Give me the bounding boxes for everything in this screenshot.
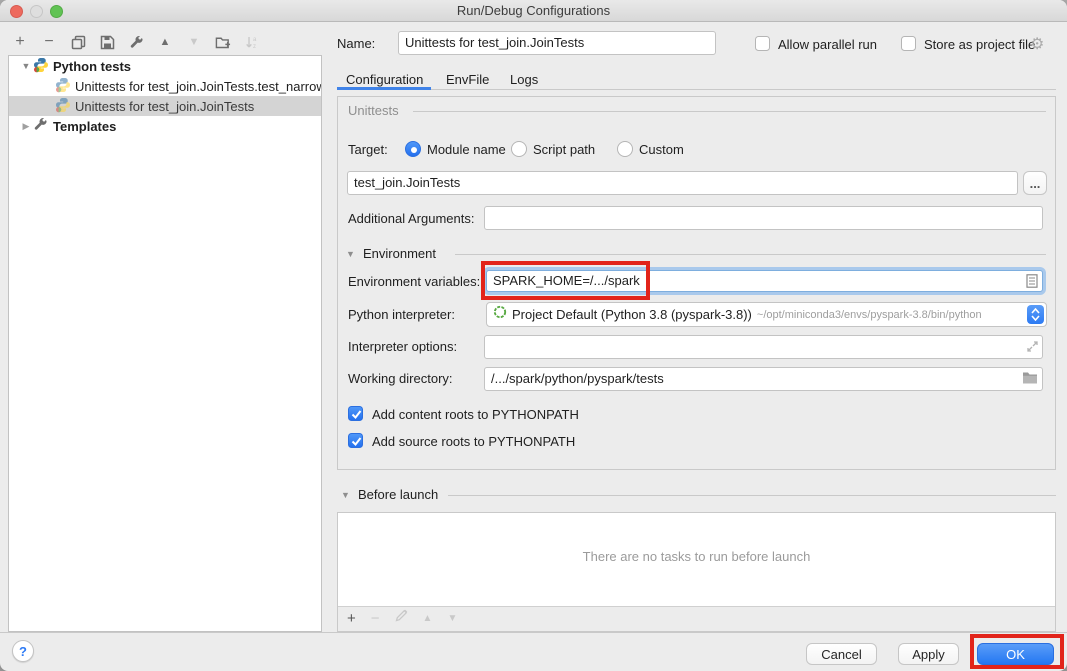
python-tests-icon (33, 57, 49, 76)
target-module-name-label: Module name (427, 142, 506, 157)
select-stepper-icon[interactable] (1027, 305, 1044, 324)
target-module-name-radio[interactable] (405, 141, 421, 157)
svg-text:a: a (253, 37, 257, 43)
sort-configurations-icon: az (244, 34, 260, 50)
tree-item-label: Unittests for test_join.JoinTests (75, 99, 254, 114)
gear-icon[interactable]: ⚙ (1030, 34, 1044, 54)
environment-section-header[interactable]: Environment (363, 246, 436, 261)
store-as-project-file-checkbox[interactable] (901, 36, 916, 51)
conda-env-icon (493, 305, 507, 324)
target-input[interactable]: test_join.JoinTests (347, 171, 1018, 195)
target-script-path-radio[interactable] (511, 141, 527, 157)
tab-envfile[interactable]: EnvFile (446, 72, 489, 87)
move-task-down-icon: ▼ (447, 613, 457, 624)
source-roots-label: Add source roots to PYTHONPATH (372, 434, 575, 449)
move-down-icon: ▼ (186, 34, 202, 50)
name-label: Name: (337, 36, 375, 51)
folder-icon[interactable] (1022, 371, 1038, 389)
before-launch-rule (448, 495, 1056, 496)
active-tab-underline (337, 87, 431, 90)
allow-parallel-run-label: Allow parallel run (778, 37, 877, 52)
tree-item-label: Python tests (53, 59, 131, 74)
additional-arguments-label: Additional Arguments: (348, 211, 474, 226)
python-interpreter-value: Project Default (Python 3.8 (pyspark-3.8… (512, 307, 752, 322)
chevron-down-icon[interactable]: ▼ (19, 61, 33, 71)
save-configuration-icon[interactable] (99, 34, 115, 50)
tree-item-test-narrow[interactable]: Unittests for test_join.JoinTests.test_n… (9, 76, 321, 96)
title-bar: Run/Debug Configurations (0, 0, 1067, 22)
edit-templates-icon[interactable] (128, 34, 144, 50)
wrench-icon (33, 117, 49, 135)
footer-divider (0, 632, 1067, 633)
environment-variables-label: Environment variables: (348, 274, 480, 289)
unittests-group-rule (413, 111, 1046, 112)
tree-item-python-tests[interactable]: ▼ Python tests (9, 56, 321, 76)
python-interpreter-path: ~/opt/miniconda3/envs/pyspark-3.8/bin/py… (757, 309, 982, 321)
window-title: Run/Debug Configurations (0, 3, 1067, 18)
help-button[interactable]: ? (12, 640, 34, 662)
apply-button[interactable]: Apply (898, 643, 959, 665)
expand-field-icon[interactable] (1026, 340, 1039, 358)
remove-task-icon: − (371, 610, 380, 627)
copy-configuration-icon[interactable] (70, 34, 86, 50)
env-vars-browse-icon[interactable] (1026, 274, 1038, 293)
before-launch-toolbar: + − ▲ ▼ (347, 609, 457, 627)
chevron-right-icon[interactable]: ▶ (19, 121, 33, 132)
name-input[interactable]: Unittests for test_join.JoinTests (398, 31, 716, 55)
edit-task-icon (395, 609, 408, 627)
tab-configuration[interactable]: Configuration (346, 72, 423, 87)
target-custom-radio[interactable] (617, 141, 633, 157)
content-roots-checkbox[interactable] (348, 406, 363, 421)
create-folder-icon[interactable] (215, 34, 231, 50)
tab-strip-divider (337, 89, 1056, 90)
tree-item-jointests-selected[interactable]: Unittests for test_join.JoinTests (9, 96, 321, 116)
unittest-icon (55, 77, 71, 96)
unittest-icon (55, 97, 71, 116)
python-interpreter-label: Python interpreter: (348, 307, 455, 322)
additional-arguments-input[interactable] (484, 206, 1043, 230)
annotation-box-ok-button (970, 634, 1064, 669)
remove-configuration-icon[interactable]: − (41, 34, 57, 50)
source-roots-checkbox[interactable] (348, 433, 363, 448)
working-directory-label: Working directory: (348, 371, 453, 386)
tree-item-label: Unittests for test_join.JoinTests.test_n… (75, 79, 321, 94)
interpreter-options-label: Interpreter options: (348, 339, 457, 354)
allow-parallel-run-checkbox[interactable] (755, 36, 770, 51)
target-label: Target: (348, 142, 388, 157)
move-task-up-icon: ▲ (423, 613, 433, 624)
tree-item-templates[interactable]: ▶ Templates (9, 116, 321, 136)
before-launch-collapse-icon[interactable]: ▼ (341, 490, 350, 500)
working-directory-input[interactable]: /.../spark/python/pyspark/tests (484, 367, 1043, 391)
before-launch-tasks-panel: There are no tasks to run before launch … (337, 512, 1056, 632)
target-script-path-label: Script path (533, 142, 595, 157)
before-launch-header[interactable]: Before launch (358, 487, 438, 502)
browse-target-button[interactable]: ... (1023, 171, 1047, 195)
before-launch-empty-text: There are no tasks to run before launch (338, 549, 1055, 564)
unittests-group-title: Unittests (348, 103, 399, 118)
add-configuration-icon[interactable]: + (12, 34, 28, 50)
python-interpreter-select[interactable]: Project Default (Python 3.8 (pyspark-3.8… (486, 302, 1047, 327)
tab-logs[interactable]: Logs (510, 72, 538, 87)
run-debug-configurations-dialog: Run/Debug Configurations + − ▲ ▼ az ▼ Py (0, 0, 1067, 671)
move-up-icon[interactable]: ▲ (157, 34, 173, 50)
configurations-tree: ▼ Python tests Unittests for test_join.J… (8, 55, 322, 632)
environment-collapse-icon[interactable]: ▼ (346, 249, 355, 259)
annotation-box-env-vars (481, 261, 650, 300)
svg-text:z: z (253, 44, 256, 50)
store-as-project-file-label: Store as project file (924, 37, 1035, 52)
add-task-icon[interactable]: + (347, 610, 356, 627)
target-custom-label: Custom (639, 142, 684, 157)
cancel-button[interactable]: Cancel (806, 643, 877, 665)
tree-item-label: Templates (53, 119, 116, 134)
environment-section-rule (455, 254, 1046, 255)
configurations-toolbar: + − ▲ ▼ az (12, 31, 260, 53)
interpreter-options-input[interactable] (484, 335, 1043, 359)
content-roots-label: Add content roots to PYTHONPATH (372, 407, 579, 422)
